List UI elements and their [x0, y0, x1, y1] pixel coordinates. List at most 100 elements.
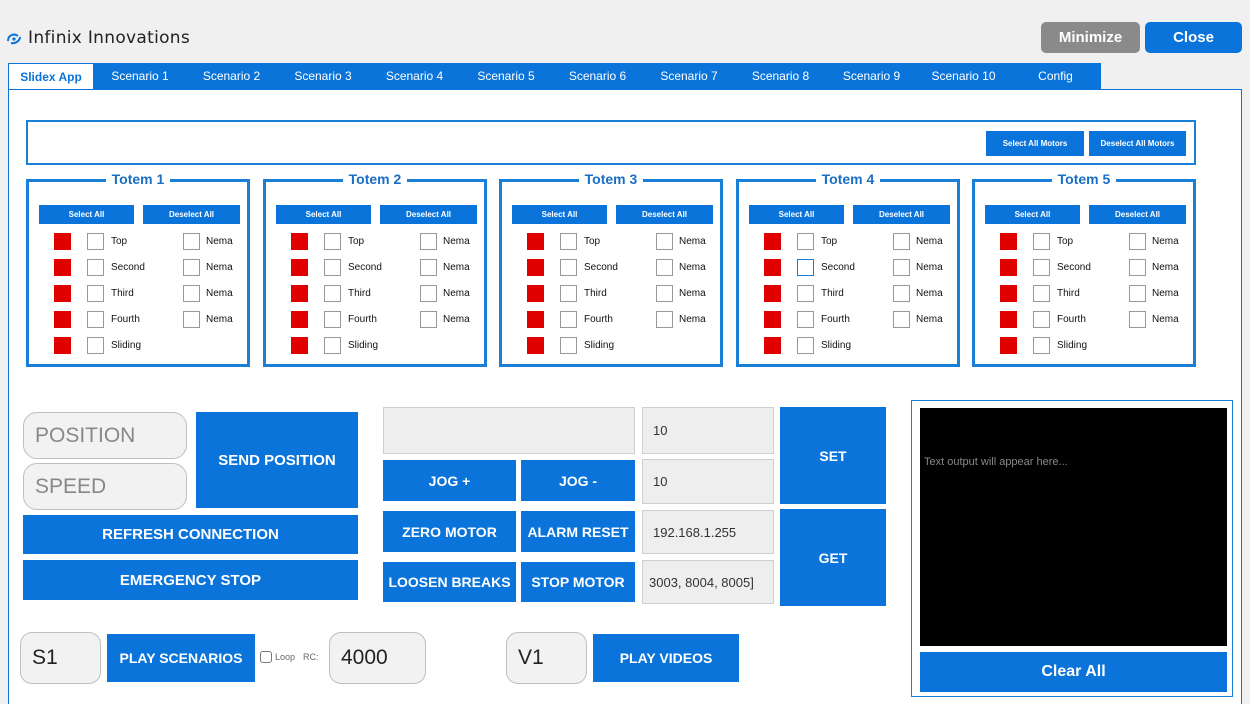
tab-scenario-5[interactable]: Scenario 5 [460, 63, 552, 89]
tab-scenario-10[interactable]: Scenario 10 [917, 63, 1010, 89]
scenario-input[interactable]: S1 [20, 632, 101, 684]
motor-checkbox-second[interactable] [560, 259, 577, 276]
deselect-all-button[interactable]: Deselect All [380, 205, 477, 224]
set-button[interactable]: SET [780, 407, 886, 504]
motor-checkbox-sliding[interactable] [1033, 337, 1050, 354]
deselect-all-button[interactable]: Deselect All [1089, 205, 1186, 224]
motor-checkbox-third[interactable] [87, 285, 104, 302]
nema-checkbox[interactable] [420, 233, 437, 250]
motor-checkbox-top[interactable] [797, 233, 814, 250]
select-all-button[interactable]: Select All [749, 205, 844, 224]
nema-checkbox[interactable] [893, 259, 910, 276]
motor-checkbox-sliding[interactable] [87, 337, 104, 354]
nema-checkbox[interactable] [183, 259, 200, 276]
motor-checkbox-sliding[interactable] [560, 337, 577, 354]
tab-scenario-9[interactable]: Scenario 9 [826, 63, 917, 89]
select-all-button[interactable]: Select All [39, 205, 134, 224]
alarm-reset-button[interactable]: ALARM RESET [521, 511, 635, 552]
motor-checkbox-third[interactable] [1033, 285, 1050, 302]
nema-checkbox[interactable] [656, 233, 673, 250]
nema-checkbox[interactable] [1129, 233, 1146, 250]
rc-input[interactable]: 4000 [329, 632, 426, 684]
stop-motor-button[interactable]: STOP MOTOR [521, 562, 635, 602]
jog-step-field[interactable]: 10 [642, 459, 774, 504]
motor-checkbox-top[interactable] [324, 233, 341, 250]
position-input[interactable]: POSITION [23, 412, 187, 459]
nema-checkbox[interactable] [1129, 285, 1146, 302]
motor-checkbox-fourth[interactable] [1033, 311, 1050, 328]
command-input[interactable] [383, 407, 635, 454]
tab-config[interactable]: Config [1010, 63, 1101, 89]
motor-status-indicator [1000, 259, 1017, 276]
nema-checkbox[interactable] [420, 285, 437, 302]
motor-checkbox-fourth[interactable] [797, 311, 814, 328]
select-all-button[interactable]: Select All [512, 205, 607, 224]
jog-minus-button[interactable]: JOG - [521, 460, 635, 501]
motor-checkbox-second[interactable] [87, 259, 104, 276]
close-button[interactable]: Close [1145, 22, 1242, 53]
minimize-button[interactable]: Minimize [1041, 22, 1140, 53]
text-output-area[interactable]: Text output will appear here... [920, 408, 1227, 646]
deselect-all-button[interactable]: Deselect All [853, 205, 950, 224]
ip-address-field[interactable]: 192.168.1.255 [642, 510, 774, 554]
tab-scenario-7[interactable]: Scenario 7 [643, 63, 735, 89]
motor-checkbox-third[interactable] [797, 285, 814, 302]
motor-checkbox-top[interactable] [1033, 233, 1050, 250]
video-input[interactable]: V1 [506, 632, 587, 684]
motor-checkbox-second[interactable] [1033, 259, 1050, 276]
loop-control[interactable]: Loop RC: [260, 651, 319, 663]
deselect-all-motors-button[interactable]: Deselect All Motors [1089, 131, 1186, 156]
nema-checkbox[interactable] [1129, 311, 1146, 328]
motor-checkbox-sliding[interactable] [324, 337, 341, 354]
motor-checkbox-second[interactable] [797, 259, 814, 276]
nema-label: Nema [206, 288, 233, 299]
nema-checkbox[interactable] [183, 233, 200, 250]
tab-scenario-2[interactable]: Scenario 2 [186, 63, 277, 89]
nema-checkbox[interactable] [420, 311, 437, 328]
nema-checkbox[interactable] [893, 285, 910, 302]
tab-scenario-4[interactable]: Scenario 4 [369, 63, 460, 89]
get-button[interactable]: GET [780, 509, 886, 606]
jog-plus-button[interactable]: JOG + [383, 460, 516, 501]
nema-checkbox[interactable] [656, 311, 673, 328]
motor-checkbox-third[interactable] [560, 285, 577, 302]
motor-checkbox-sliding[interactable] [797, 337, 814, 354]
select-all-button[interactable]: Select All [985, 205, 1080, 224]
play-scenarios-button[interactable]: PLAY SCENARIOS [107, 634, 255, 682]
nema-checkbox[interactable] [656, 285, 673, 302]
speed-input[interactable]: SPEED [23, 463, 187, 510]
motor-checkbox-fourth[interactable] [560, 311, 577, 328]
nema-checkbox[interactable] [893, 233, 910, 250]
motor-checkbox-fourth[interactable] [87, 311, 104, 328]
emergency-stop-button[interactable]: EMERGENCY STOP [23, 560, 358, 600]
motor-checkbox-fourth[interactable] [324, 311, 341, 328]
zero-motor-button[interactable]: ZERO MOTOR [383, 511, 516, 552]
tab-scenario-1[interactable]: Scenario 1 [94, 63, 186, 89]
nema-checkbox[interactable] [1129, 259, 1146, 276]
motor-checkbox-top[interactable] [87, 233, 104, 250]
nema-checkbox[interactable] [420, 259, 437, 276]
loop-checkbox[interactable] [260, 651, 272, 663]
motor-checkbox-second[interactable] [324, 259, 341, 276]
refresh-connection-button[interactable]: REFRESH CONNECTION [23, 515, 358, 554]
nema-checkbox[interactable] [893, 311, 910, 328]
ports-field[interactable]: 3003, 8004, 8005] [642, 560, 774, 604]
set-value-field[interactable]: 10 [642, 407, 774, 454]
loosen-breaks-button[interactable]: LOOSEN BREAKS [383, 562, 516, 602]
nema-checkbox[interactable] [183, 311, 200, 328]
nema-checkbox[interactable] [656, 259, 673, 276]
play-videos-button[interactable]: PLAY VIDEOS [593, 634, 739, 682]
tab-scenario-6[interactable]: Scenario 6 [552, 63, 643, 89]
tab-slidex-app[interactable]: Slidex App [8, 63, 94, 89]
nema-checkbox[interactable] [183, 285, 200, 302]
motor-checkbox-third[interactable] [324, 285, 341, 302]
clear-all-button[interactable]: Clear All [920, 652, 1227, 692]
deselect-all-button[interactable]: Deselect All [616, 205, 713, 224]
tab-scenario-8[interactable]: Scenario 8 [735, 63, 826, 89]
tab-scenario-3[interactable]: Scenario 3 [277, 63, 369, 89]
motor-checkbox-top[interactable] [560, 233, 577, 250]
select-all-button[interactable]: Select All [276, 205, 371, 224]
send-position-button[interactable]: SEND POSITION [196, 412, 358, 508]
select-all-motors-button[interactable]: Select All Motors [986, 131, 1084, 156]
deselect-all-button[interactable]: Deselect All [143, 205, 240, 224]
